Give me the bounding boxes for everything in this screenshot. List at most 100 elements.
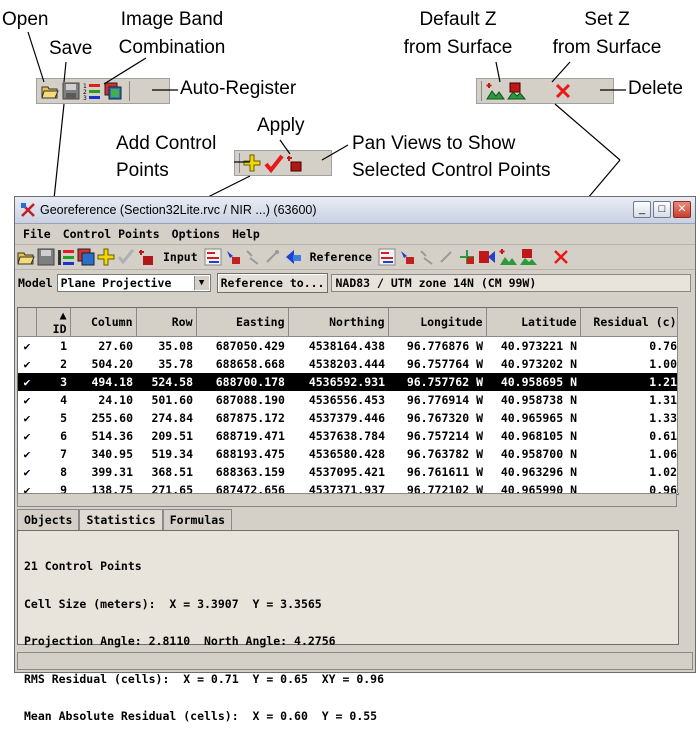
table-cell-lon: 96.776914 W xyxy=(406,393,483,407)
table-cell-northing: 4538164.438 xyxy=(308,339,385,353)
checkmark-icon[interactable]: ✔ xyxy=(18,445,36,463)
file-toolbar-group: 123 xyxy=(36,78,170,104)
add-control-point-icon[interactable] xyxy=(243,154,261,172)
table-cell-id: 3 xyxy=(36,373,70,391)
pan-views-icon[interactable] xyxy=(285,154,303,172)
reference-tool-3-icon[interactable] xyxy=(418,248,436,266)
table-vertical-scrollbar[interactable] xyxy=(677,307,693,493)
callout-add-cp-line2: Points xyxy=(116,160,169,181)
table-row[interactable]: ✔ 6 514.36 209.51 688719.471 4537638.784 96.75… xyxy=(18,427,678,445)
column-header-residual[interactable]: Residual (c) xyxy=(580,308,678,337)
table-row[interactable]: ✔ 8 399.31 368.51 688363.159 4537095.421 96.76… xyxy=(18,463,678,481)
reference-tool-4-icon[interactable] xyxy=(438,248,456,266)
checkmark-icon[interactable]: ✔ xyxy=(18,355,36,373)
default-z-from-surface-icon[interactable] xyxy=(485,82,505,100)
menu-bar: File Control Points Options Help xyxy=(15,224,695,245)
reference-tool-5-icon[interactable] xyxy=(458,248,476,266)
callout-add-control-points: Add Control Points xyxy=(116,133,216,182)
delete-x-icon[interactable] xyxy=(552,248,570,266)
table-cell-column: 27.60 xyxy=(98,339,133,353)
save-disk-icon[interactable] xyxy=(37,248,55,266)
input-tool-2-icon[interactable] xyxy=(224,248,242,266)
table-row[interactable]: ✔ 7 340.95 519.34 688193.475 4536580.428 96.76… xyxy=(18,445,678,463)
callout-delete: Delete xyxy=(628,78,683,99)
table-row[interactable]: ✔ 5 255.60 274.84 687875.172 4537379.446 96.76… xyxy=(18,409,678,427)
table-row[interactable]: ✔ 2 504.20 35.78 688658.668 4538203.444 96.757… xyxy=(18,355,678,373)
reference-tool-2-icon[interactable] xyxy=(398,248,416,266)
model-select[interactable]: Plane Projective ▼ xyxy=(56,274,211,292)
table-cell-row: 274.84 xyxy=(151,411,193,425)
add-control-point-icon[interactable] xyxy=(97,248,115,266)
tab-statistics[interactable]: Statistics xyxy=(79,509,163,530)
table-cell-row: 519.34 xyxy=(151,447,193,461)
input-tool-5-icon[interactable] xyxy=(284,248,302,266)
checkmark-icon[interactable]: ✔ xyxy=(18,337,36,356)
save-disk-icon[interactable] xyxy=(62,82,80,100)
image-band-combination-icon[interactable] xyxy=(57,248,75,266)
table-cell-res: 0.76 xyxy=(649,339,677,353)
table-cell-lat: 40.958738 N xyxy=(500,393,577,407)
check-column-header xyxy=(18,308,37,337)
stats-line: 21 Control Points xyxy=(24,559,142,573)
table-cell-row: 524.58 xyxy=(136,373,196,391)
image-band-combination-icon[interactable]: 123 xyxy=(83,82,101,100)
table-row[interactable]: ✔ 1 27.60 35.08 687050.429 4538164.438 96.7768… xyxy=(18,337,678,356)
apply-check-icon[interactable] xyxy=(117,248,135,266)
checkmark-icon[interactable]: ✔ xyxy=(18,463,36,481)
open-folder-icon[interactable] xyxy=(17,248,35,266)
reference-tool-1-icon[interactable] xyxy=(378,248,396,266)
column-header-id[interactable]: ▲ ID xyxy=(36,308,71,337)
table-row[interactable]: ✔ 3 494.18 524.58 688700.178 4536592.931 96.75… xyxy=(18,373,678,391)
input-tool-3-icon[interactable] xyxy=(244,248,262,266)
column-header-longitude[interactable]: Longitude xyxy=(388,308,487,337)
set-z-from-surface-icon[interactable] xyxy=(518,248,537,266)
table-cell-easting: 688363.159 xyxy=(215,465,285,479)
reference-to-button[interactable]: Reference to... xyxy=(216,273,329,293)
auto-register-icon[interactable] xyxy=(104,82,122,100)
table-cell-res: 1.06 xyxy=(649,447,677,461)
table-cell-easting: 687050.429 xyxy=(215,339,285,353)
callout-image-band-line1: Image Band xyxy=(120,9,224,30)
set-z-from-surface-icon[interactable] xyxy=(506,82,526,100)
column-header-latitude[interactable]: Latitude xyxy=(486,308,581,337)
table-cell-lat: 40.958695 N xyxy=(486,373,580,391)
checkmark-icon[interactable]: ✔ xyxy=(18,409,36,427)
auto-register-icon[interactable] xyxy=(77,248,95,266)
column-header-column[interactable]: Column xyxy=(70,308,137,337)
chevron-down-icon[interactable]: ▼ xyxy=(193,276,209,290)
column-header-easting[interactable]: Easting xyxy=(196,308,289,337)
reference-tool-6-icon[interactable] xyxy=(478,248,496,266)
checkmark-icon[interactable]: ✔ xyxy=(18,373,36,391)
close-icon[interactable]: ✕ xyxy=(673,201,691,218)
window-title: Georeference (Section32Lite.rvc / NIR ..… xyxy=(40,203,317,217)
column-header-row[interactable]: Row xyxy=(136,308,197,337)
tab-formulas[interactable]: Formulas xyxy=(162,509,233,530)
callout-image-band: Image Band Combination xyxy=(108,9,236,59)
table-cell-column: 255.60 xyxy=(91,411,133,425)
menu-options[interactable]: Options xyxy=(172,227,220,241)
default-z-from-surface-icon[interactable] xyxy=(498,248,517,266)
delete-x-icon[interactable] xyxy=(554,82,572,100)
toolbar-separator xyxy=(481,81,482,101)
pan-views-icon[interactable] xyxy=(137,248,155,266)
checkmark-icon[interactable]: ✔ xyxy=(18,391,36,409)
table-cell-column: 399.31 xyxy=(91,465,133,479)
minimize-icon[interactable]: _ xyxy=(633,201,651,218)
table-row[interactable]: ✔ 4 24.10 501.60 687088.190 4536556.453 96.776… xyxy=(18,391,678,409)
table-cell-res: 0.61 xyxy=(649,429,677,443)
model-row: Model Plane Projective ▼ Reference to...… xyxy=(15,270,695,296)
column-header-northing[interactable]: Northing xyxy=(288,308,389,337)
menu-help[interactable]: Help xyxy=(232,227,260,241)
input-tool-4-icon[interactable] xyxy=(264,248,282,266)
checkmark-icon[interactable]: ✔ xyxy=(18,427,36,445)
maximize-icon[interactable]: □ xyxy=(653,201,671,218)
input-tool-1-icon[interactable] xyxy=(204,248,222,266)
table-horizontal-scrollbar[interactable] xyxy=(17,493,677,507)
apply-check-icon[interactable] xyxy=(264,154,284,174)
menu-control-points[interactable]: Control Points xyxy=(63,227,160,241)
open-folder-icon[interactable] xyxy=(41,82,59,100)
table-cell-lon: 96.776876 W xyxy=(406,339,483,353)
table-cell-res: 1.31 xyxy=(649,393,677,407)
tab-objects[interactable]: Objects xyxy=(17,509,80,530)
menu-file[interactable]: File xyxy=(23,227,51,241)
